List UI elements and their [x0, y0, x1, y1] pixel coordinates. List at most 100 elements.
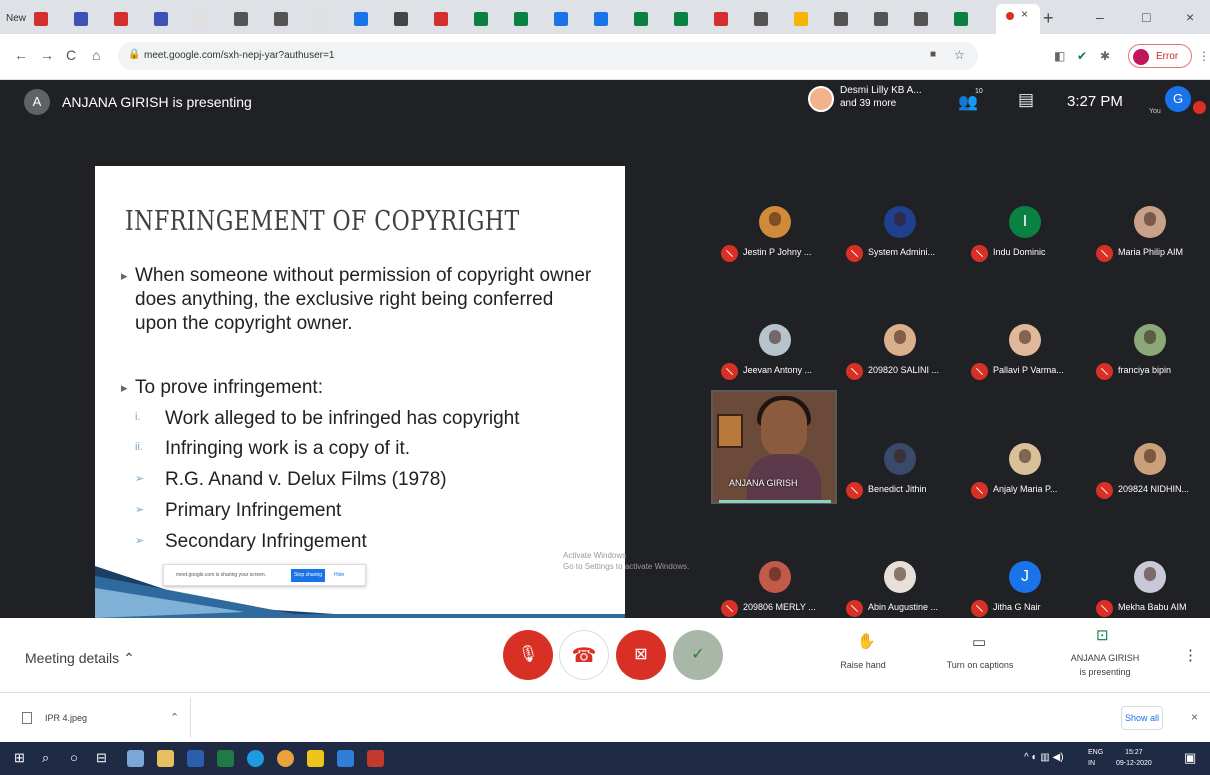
task-view-icon[interactable]: ⊟	[96, 750, 107, 766]
tab-favicon-icon[interactable]	[474, 12, 488, 26]
confirm-button[interactable]: ✓	[673, 630, 723, 680]
chrome-icon[interactable]	[277, 750, 294, 767]
participant-tile[interactable]: Benedict Jithin	[838, 425, 962, 529]
puzzle-icon[interactable]: ✱	[1100, 49, 1110, 63]
close-tab-icon[interactable]: ×	[1021, 7, 1028, 21]
tab-meet-active[interactable]: ×	[996, 4, 1040, 34]
tab-favicon-icon[interactable]	[794, 12, 808, 26]
tab-favicon-icon[interactable]	[74, 12, 88, 26]
participant-tile[interactable]: Anjaly Maria P...	[963, 425, 1087, 529]
tab-favicon-icon[interactable]	[634, 12, 648, 26]
home-icon[interactable]: ⌂	[92, 47, 100, 63]
show-all-button[interactable]: Show all	[1121, 706, 1163, 730]
minimize-button[interactable]: –	[1096, 9, 1104, 25]
url-text: meet.google.com/sxh-nepj-yar?authuser=1	[144, 50, 335, 61]
tab-favicon-icon[interactable]	[874, 12, 888, 26]
check-extension-icon[interactable]: ✔	[1077, 49, 1087, 63]
tab-favicon-icon[interactable]	[514, 12, 528, 26]
tab-favicon-icon[interactable]	[914, 12, 928, 26]
file-explorer-icon[interactable]	[157, 750, 174, 767]
close-window-button[interactable]: ×	[1186, 9, 1194, 25]
tab-favicon-icon[interactable]	[194, 12, 208, 26]
presenter-video-tile[interactable]: ANJANA GIRISH	[711, 390, 837, 504]
back-icon[interactable]: ←	[14, 47, 28, 63]
tab-favicon-icon[interactable]	[674, 12, 688, 26]
captions-icon[interactable]: ▭	[972, 633, 986, 651]
participant-tile[interactable]: System Admini...	[838, 188, 962, 292]
mic-off-icon	[971, 482, 988, 499]
hide-button[interactable]: Hide	[334, 572, 344, 578]
camera-icon[interactable]: ■	[930, 49, 936, 60]
powerpoint-icon[interactable]	[367, 750, 384, 767]
presenting-status[interactable]: ANJANA GIRISH is presenting	[1060, 651, 1150, 679]
edge-icon[interactable]	[247, 750, 264, 767]
profile-error-button[interactable]: Error	[1128, 44, 1192, 68]
tab-favicon-icon[interactable]	[34, 12, 48, 26]
tab-favicon-icon[interactable]	[234, 12, 248, 26]
close-icon[interactable]: ×	[1191, 710, 1198, 724]
input-language[interactable]: ENG IN	[1088, 747, 1103, 769]
maximize-button[interactable]: □	[1142, 9, 1150, 25]
mail-icon[interactable]	[337, 750, 354, 767]
system-clock[interactable]: 15:27 09-12-2020	[1116, 747, 1152, 769]
reload-icon[interactable]: C	[66, 47, 76, 63]
tab-favicon-icon[interactable]	[434, 12, 448, 26]
slide-bullet: ▸ When someone without permission of cop…	[121, 265, 592, 334]
start-icon[interactable]: ⊞	[14, 750, 25, 766]
participant-tile[interactable]: 209824 NIDHIN...	[1088, 425, 1210, 529]
hand-icon[interactable]: ✋	[857, 632, 876, 650]
browser-menu-icon[interactable]: ⋮	[1198, 49, 1210, 63]
bullet-marker-icon: ▸	[121, 380, 128, 395]
people-icon[interactable]: 👥	[958, 92, 978, 112]
more-options-icon[interactable]: ⋮	[1183, 646, 1198, 664]
participants-summary[interactable]: Desmi Lilly KB A... and 39 more	[840, 84, 940, 110]
leave-call-button[interactable]: ☎	[559, 630, 609, 680]
slide-sub-item: ii. Infringing work is a copy of it.	[135, 438, 410, 459]
chevron-up-icon[interactable]: ⌃	[170, 711, 179, 724]
camera-off-button[interactable]: ⊠	[616, 630, 666, 680]
extension-icon[interactable]: ◧	[1054, 49, 1065, 63]
present-icon[interactable]: ⊡	[1096, 626, 1109, 644]
participant-avatar	[1009, 324, 1041, 356]
tab-new[interactable]: New	[6, 13, 26, 24]
tab-favicon-icon[interactable]	[274, 12, 288, 26]
tab-favicon-icon[interactable]	[954, 12, 968, 26]
word-icon[interactable]	[187, 750, 204, 767]
raise-hand-label[interactable]: Raise hand	[833, 660, 893, 670]
tab-favicon-icon[interactable]	[154, 12, 168, 26]
tab-favicon-icon[interactable]	[834, 12, 848, 26]
cortana-icon[interactable]: ○	[70, 750, 78, 765]
participant-tile[interactable]: Pallavi P Varma...	[963, 306, 1087, 410]
self-avatar[interactable]: G	[1165, 86, 1191, 112]
address-bar[interactable]: 🔒 meet.google.com/sxh-nepj-yar?authuser=…	[118, 42, 978, 70]
participant-tile[interactable]: I Indu Dominic	[963, 188, 1087, 292]
bookmark-star-icon[interactable]: ☆	[954, 48, 965, 62]
tab-favicon-icon[interactable]	[554, 12, 568, 26]
meeting-details-button[interactable]: Meeting details ⌃	[25, 650, 135, 667]
forward-icon[interactable]: →	[40, 47, 54, 63]
tab-favicon-icon[interactable]	[594, 12, 608, 26]
stop-sharing-button[interactable]: Stop sharing	[291, 569, 325, 582]
chat-icon[interactable]: ▤	[1018, 90, 1034, 110]
new-tab-button[interactable]: +	[1043, 8, 1054, 29]
participant-tile[interactable]: Maria Philip AIM	[1088, 188, 1210, 292]
participant-tile[interactable]: franciya bipin	[1088, 306, 1210, 410]
search-icon[interactable]: ⌕	[42, 750, 49, 766]
participant-tile[interactable]: 209820 SALINI ...	[838, 306, 962, 410]
tab-favicon-icon[interactable]	[314, 12, 328, 26]
app-icon[interactable]	[127, 750, 144, 767]
tab-favicon-icon[interactable]	[714, 12, 728, 26]
tray-icons[interactable]: ^ ◐ ▥ ◀)	[1024, 752, 1064, 763]
download-item[interactable]: IPR 4.jpeg	[45, 713, 87, 723]
captions-label[interactable]: Turn on captions	[935, 660, 1025, 670]
participant-tile[interactable]: Jestin P Johny ...	[713, 188, 837, 292]
tab-favicon-icon[interactable]	[754, 12, 768, 26]
tab-favicon-icon[interactable]	[354, 12, 368, 26]
sticky-notes-icon[interactable]	[307, 750, 324, 767]
tab-favicon-icon[interactable]	[114, 12, 128, 26]
participant-name: Abin Augustine ...	[868, 602, 939, 612]
excel-icon[interactable]	[217, 750, 234, 767]
notification-icon[interactable]: ▣	[1184, 750, 1196, 766]
tab-favicon-icon[interactable]	[394, 12, 408, 26]
mic-off-button[interactable]: 🎙	[503, 630, 553, 680]
